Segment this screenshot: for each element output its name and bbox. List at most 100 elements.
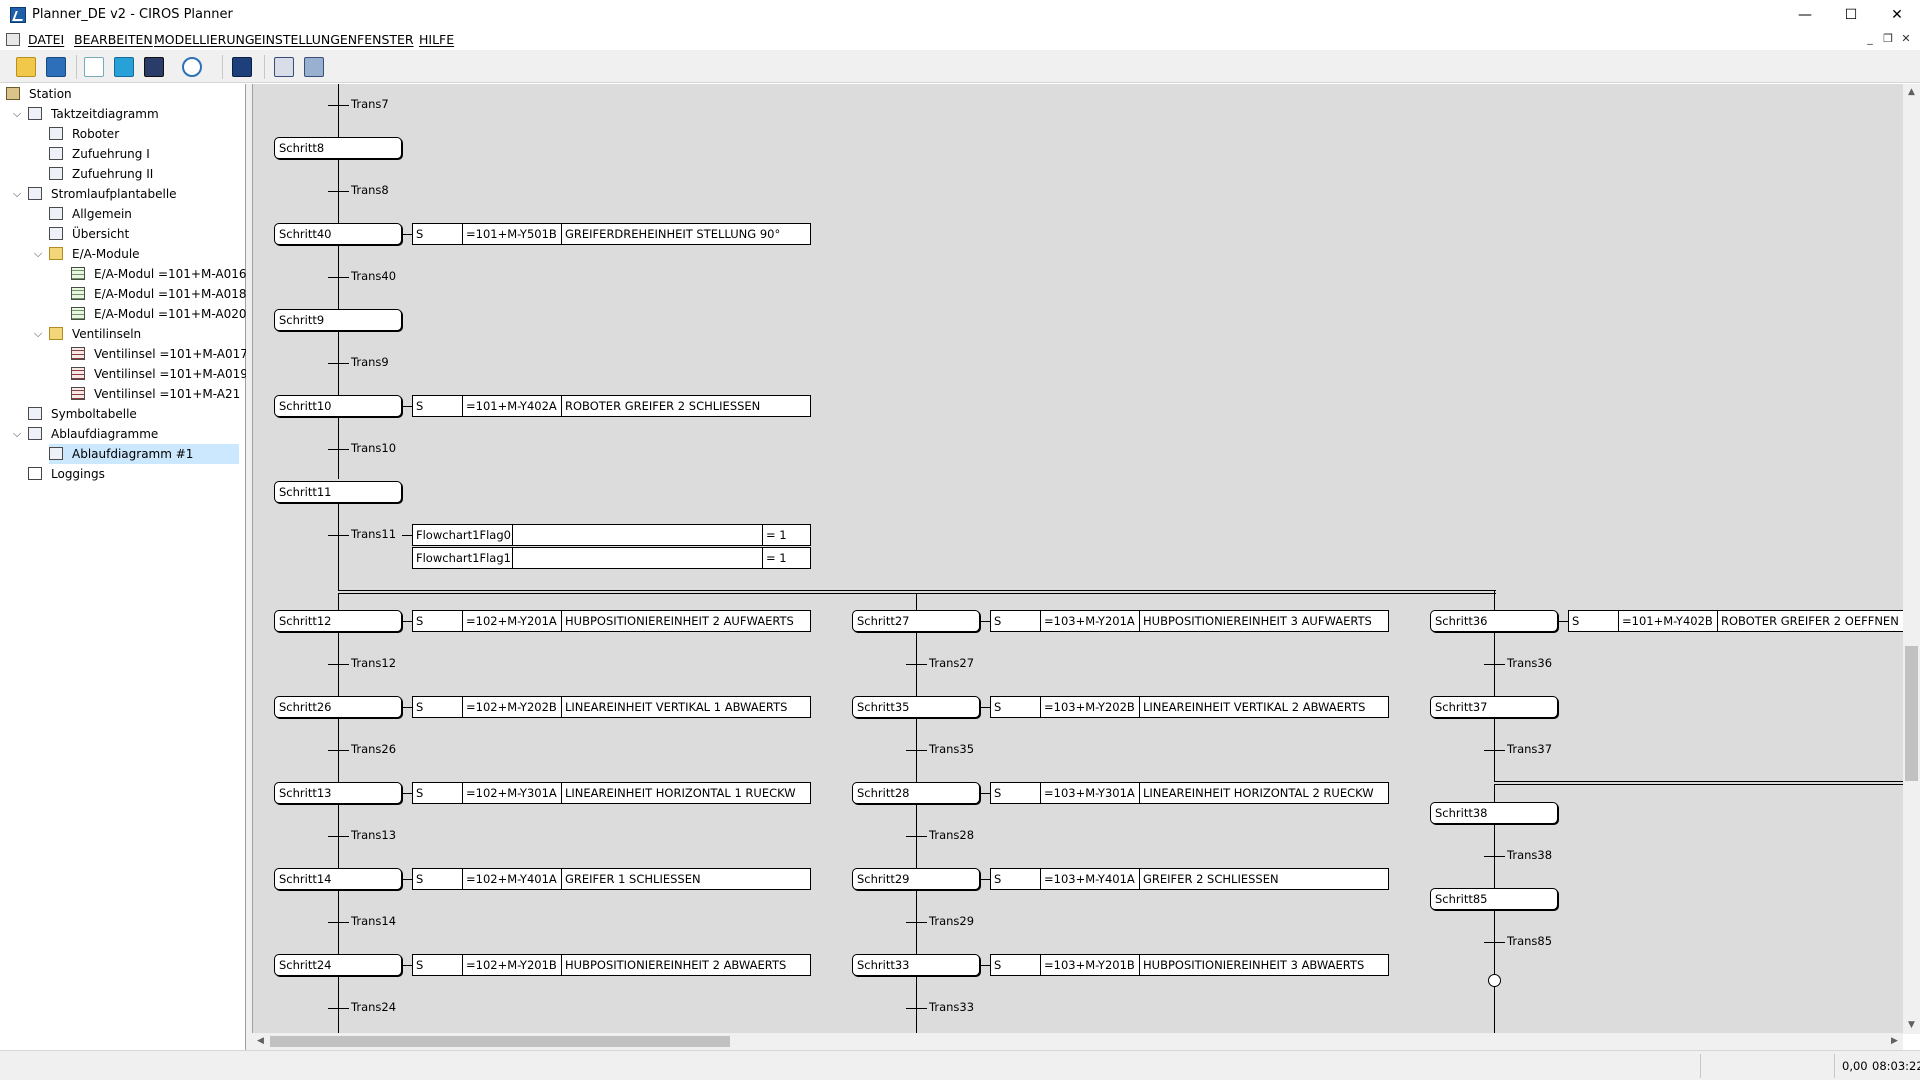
tree-item-allgemein[interactable]: Allgemein (49, 204, 135, 224)
transition-bar[interactable] (1484, 942, 1505, 943)
window-icon[interactable] (232, 57, 252, 77)
tree-item-ventilinsel-a017[interactable]: Ventilinsel =101+M-A017 (71, 344, 251, 364)
action-block[interactable]: S =102+M-Y201A HUBPOSITIONIEREINHEIT 2 A… (412, 610, 811, 632)
transition-bar[interactable] (1484, 664, 1505, 665)
tree-item-loggings[interactable]: Loggings (28, 464, 108, 484)
tree-item-ventilinsel-a21[interactable]: Ventilinsel =101+M-A21 (71, 384, 243, 404)
tree-item-zufuehrung-1[interactable]: Zufuehrung I (49, 144, 153, 164)
step-box[interactable]: Schritt12 (274, 610, 402, 632)
step-box[interactable]: Schritt85 (1430, 888, 1558, 910)
scroll-right-icon[interactable]: ▶ (1886, 1033, 1903, 1050)
step-box[interactable]: Schritt40 (274, 223, 402, 245)
step-box[interactable]: Schritt38 (1430, 802, 1558, 824)
transition-bar[interactable] (328, 664, 349, 665)
step-box[interactable]: Schritt29 (852, 868, 980, 890)
transition-bar[interactable] (906, 1008, 927, 1009)
step-box[interactable]: Schritt11 (274, 481, 402, 503)
mdi-close-button[interactable]: ✕ (1898, 32, 1914, 45)
transition-bar[interactable] (328, 191, 349, 192)
transition-bar[interactable] (1484, 856, 1505, 857)
transition-bar[interactable] (328, 105, 349, 106)
tree-item-roboter[interactable]: Roboter (49, 124, 122, 144)
transition-bar[interactable] (906, 922, 927, 923)
action-block[interactable]: S =101+M-Y501B GREIFERDREHEINHEIT STELLU… (412, 223, 811, 245)
action-block[interactable]: S =103+M-Y201A HUBPOSITIONIEREINHEIT 3 A… (990, 610, 1389, 632)
scroll-down-icon[interactable]: ▼ (1903, 1017, 1920, 1034)
save-icon[interactable] (46, 57, 66, 77)
menu-fenster[interactable]: FENSTER (357, 32, 414, 47)
menu-bearbeiten[interactable]: BEARBEITEN (74, 32, 153, 47)
tree-item-ea-module[interactable]: ⌵ E/A-Module (34, 244, 143, 264)
chevron-down-icon[interactable]: ⌵ (10, 104, 24, 124)
step-box[interactable]: Schritt26 (274, 696, 402, 718)
chevron-down-icon[interactable]: ⌵ (31, 244, 45, 264)
step-box[interactable]: Schritt8 (274, 137, 402, 159)
tree-item-uebersicht[interactable]: Übersicht (49, 224, 132, 244)
tree-item-ea-modul-a020[interactable]: E/A-Modul =101+M-A020 (71, 304, 250, 324)
tree-item-zufuehrung-2[interactable]: Zufuehrung II (49, 164, 156, 184)
transition-bar[interactable] (906, 836, 927, 837)
vertical-scroll-thumb[interactable] (1905, 646, 1918, 781)
vertical-scrollbar[interactable]: ▲ ▼ (1903, 84, 1920, 1034)
step-box[interactable]: Schritt13 (274, 782, 402, 804)
transition-bar[interactable] (328, 750, 349, 751)
chevron-down-icon[interactable]: ⌵ (10, 184, 24, 204)
scroll-up-icon[interactable]: ▲ (1903, 84, 1920, 101)
open-icon[interactable] (16, 57, 36, 77)
horizontal-scrollbar[interactable]: ◀ ▶ (252, 1033, 1903, 1050)
transition-bar[interactable] (328, 1008, 349, 1009)
tree-item-ablaufdiagramme[interactable]: ⌵ Ablaufdiagramme (13, 424, 161, 444)
transition-bar[interactable] (906, 750, 927, 751)
menu-einstellungen[interactable]: EINSTELLUNGEN (254, 32, 357, 47)
maximize-button[interactable]: ☐ (1828, 0, 1874, 30)
menu-datei[interactable]: DATEI (28, 32, 64, 47)
action-block[interactable]: S =102+M-Y202B LINEAREINHEIT VERTIKAL 1 … (412, 696, 811, 718)
step-box[interactable]: Schritt24 (274, 954, 402, 976)
tree-item-ea-modul-a018[interactable]: E/A-Modul =101+M-A018 (71, 284, 250, 304)
step-box[interactable]: Schritt33 (852, 954, 980, 976)
step-box[interactable]: Schritt35 (852, 696, 980, 718)
menu-hilfe[interactable]: HILFE (419, 32, 454, 47)
tree-item-stromlaufplantabelle[interactable]: ⌵ Stromlaufplantabelle (13, 184, 180, 204)
step-box[interactable]: Schritt37 (1430, 696, 1558, 718)
tree-item-station[interactable]: Station (6, 84, 75, 104)
tree-item-ventilinsel-a019[interactable]: Ventilinsel =101+M-A019 (71, 364, 251, 384)
tree-item-ea-modul-a016[interactable]: E/A-Modul =101+M-A016 (71, 264, 250, 284)
transition-bar[interactable] (1484, 750, 1505, 751)
action-block[interactable]: S =101+M-Y402B ROBOTER GREIFER 2 OEFFNEN (1568, 610, 1904, 632)
step-box[interactable]: Schritt14 (274, 868, 402, 890)
transition-bar[interactable] (328, 449, 349, 450)
transition-condition[interactable]: Flowchart1Flag1 = 1 (412, 547, 811, 569)
transition-bar[interactable] (328, 363, 349, 364)
action-block[interactable]: S =102+M-Y401A GREIFER 1 SCHLIESSEN (412, 868, 811, 890)
transition-condition[interactable]: Flowchart1Flag0 = 1 (412, 524, 811, 546)
cut-icon[interactable] (84, 57, 104, 77)
tree-item-ablaufdiagramm-1[interactable]: Ablaufdiagramm #1 (49, 444, 239, 464)
find-icon[interactable] (274, 57, 294, 77)
network-icon[interactable] (304, 57, 324, 77)
flowchart-canvas[interactable]: Trans7 Schritt8 Trans8 Schritt40 S =101+… (252, 84, 1904, 1034)
transition-bar[interactable] (328, 836, 349, 837)
action-block[interactable]: S =103+M-Y202B LINEAREINHEIT VERTIKAL 2 … (990, 696, 1389, 718)
mdi-restore-button[interactable]: ❐ (1880, 32, 1896, 45)
help-icon[interactable] (182, 57, 202, 77)
tree-item-ventilinseln[interactable]: ⌵ Ventilinseln (34, 324, 144, 344)
step-box[interactable]: Schritt36 (1430, 610, 1558, 632)
transition-bar[interactable] (328, 922, 349, 923)
tree-item-symboltabelle[interactable]: Symboltabelle (28, 404, 140, 424)
chevron-down-icon[interactable]: ⌵ (31, 324, 45, 344)
horizontal-scroll-thumb[interactable] (270, 1036, 730, 1047)
step-box[interactable]: Schritt10 (274, 395, 402, 417)
step-box[interactable]: Schritt27 (852, 610, 980, 632)
tree-item-taktzeitdiagramm[interactable]: ⌵ Taktzeitdiagramm (13, 104, 162, 124)
end-node[interactable] (1488, 974, 1501, 987)
transition-bar[interactable] (328, 535, 349, 536)
menu-modellierung[interactable]: MODELLIERUNG (154, 32, 255, 47)
action-block[interactable]: S =102+M-Y201B HUBPOSITIONIEREINHEIT 2 A… (412, 954, 811, 976)
step-box[interactable]: Schritt28 (852, 782, 980, 804)
action-block[interactable]: S =101+M-Y402A ROBOTER GREIFER 2 SCHLIES… (412, 395, 811, 417)
step-box[interactable]: Schritt9 (274, 309, 402, 331)
copy-icon[interactable] (114, 57, 134, 77)
mdi-minimize-button[interactable]: _ (1862, 32, 1878, 45)
paste-icon[interactable] (144, 57, 164, 77)
